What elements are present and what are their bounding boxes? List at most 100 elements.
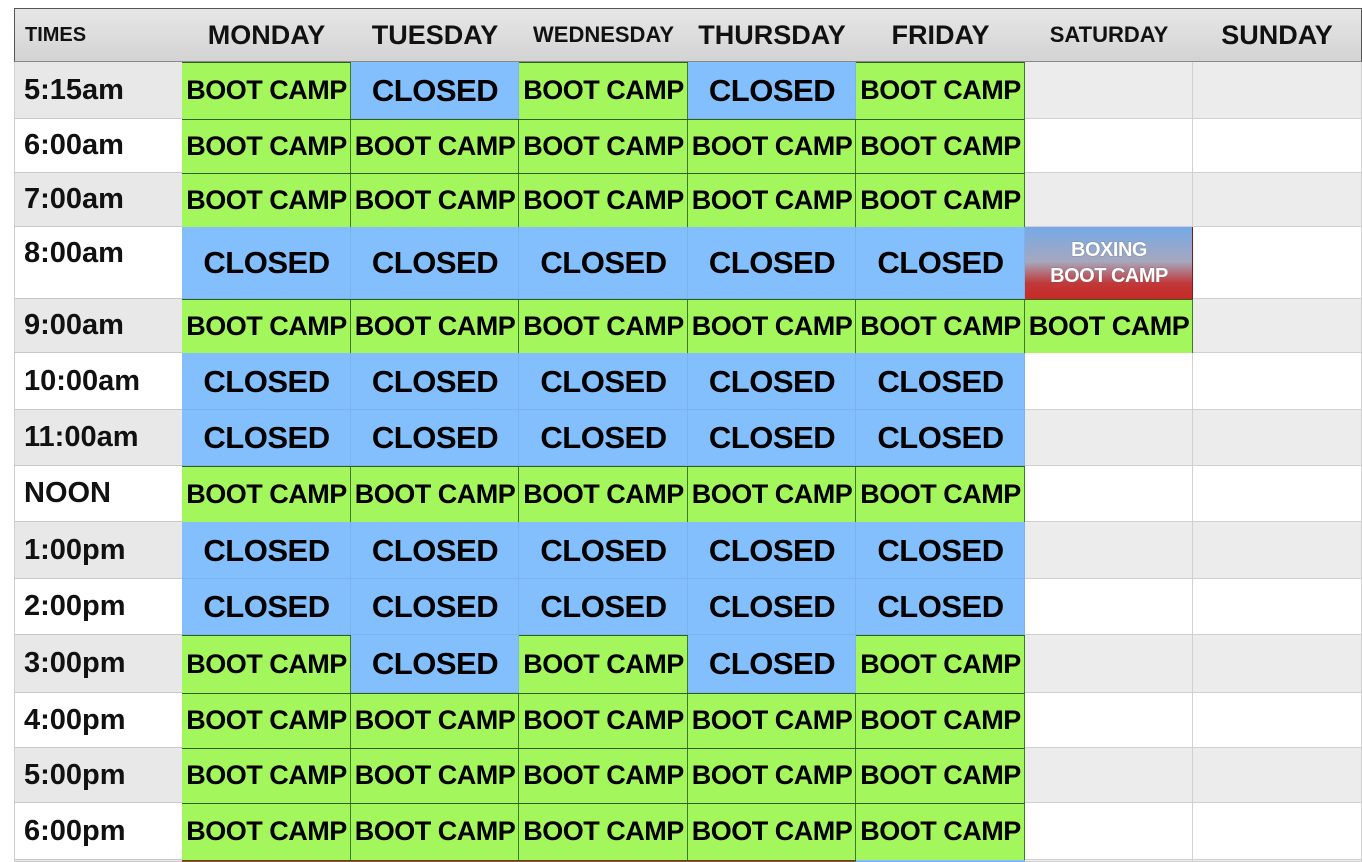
empty-slot [1025, 353, 1193, 410]
boot-camp-slot: BOOT CAMP [182, 466, 351, 522]
time-label: 3:00pm [14, 635, 182, 693]
day-header-monday: MONDAY [182, 8, 351, 62]
time-label: 2:00pm [14, 579, 182, 635]
closed-slot: CLOSED [182, 410, 351, 466]
boot-camp-slot: BOOT CAMP [856, 693, 1025, 748]
boot-camp-slot: BOOT CAMP [182, 173, 351, 227]
boot-camp-slot: BOOT CAMP [182, 803, 351, 860]
empty-slot [1025, 173, 1193, 227]
time-label: 11:00am [14, 410, 182, 466]
empty-slot [1193, 803, 1362, 860]
day-header-friday: FRIDAY [856, 8, 1025, 62]
boot-camp-slot: BOOT CAMP [856, 635, 1025, 693]
closed-slot: CLOSED [182, 227, 351, 299]
empty-slot [1025, 119, 1193, 173]
empty-slot [1193, 227, 1362, 299]
boot-camp-slot: BOOT CAMP [351, 119, 519, 173]
boot-camp-slot: BOOT CAMP [351, 693, 519, 748]
day-header-tuesday: TUESDAY [351, 8, 519, 62]
empty-slot [1193, 410, 1362, 466]
closed-slot: CLOSED [856, 522, 1025, 579]
empty-slot [1025, 522, 1193, 579]
boot-camp-slot: BOOT CAMP [519, 635, 688, 693]
boot-camp-slot: BOOT CAMP [856, 748, 1025, 803]
closed-slot: CLOSED [688, 62, 856, 119]
boot-camp-slot: BOOT CAMP [1025, 299, 1193, 353]
boot-camp-slot: BOOT CAMP [856, 119, 1025, 173]
closed-slot: CLOSED [688, 410, 856, 466]
closed-slot: CLOSED [351, 227, 519, 299]
boot-camp-slot: BOOT CAMP [519, 693, 688, 748]
boot-camp-slot: BOOT CAMP [688, 466, 856, 522]
time-label: 6:00pm [14, 803, 182, 860]
boot-camp-slot: BOOT CAMP [688, 693, 856, 748]
time-label: 9:00am [14, 299, 182, 353]
closed-slot: CLOSED [519, 353, 688, 410]
boot-camp-slot: BOOT CAMP [856, 803, 1025, 860]
boot-camp-slot: BOOT CAMP [182, 748, 351, 803]
closed-slot: CLOSED [856, 353, 1025, 410]
boxing-label-line-1: BOXING [1071, 239, 1147, 261]
boot-camp-slot: BOOT CAMP [519, 62, 688, 119]
empty-slot [1193, 579, 1362, 635]
closed-slot: CLOSED [519, 227, 688, 299]
closed-slot: CLOSED [351, 62, 519, 119]
time-label: 5:00pm [14, 748, 182, 803]
closed-slot: CLOSED [688, 227, 856, 299]
day-header-thursday: THURSDAY [688, 8, 856, 62]
boot-camp-slot: BOOT CAMP [351, 299, 519, 353]
empty-slot [1193, 299, 1362, 353]
closed-slot: CLOSED [519, 410, 688, 466]
boot-camp-slot: BOOT CAMP [856, 62, 1025, 119]
boot-camp-slot: BOOT CAMP [182, 119, 351, 173]
empty-slot [1193, 748, 1362, 803]
empty-slot [1025, 466, 1193, 522]
closed-slot: CLOSED [856, 410, 1025, 466]
empty-slot [1193, 635, 1362, 693]
day-header-saturday: SATURDAY [1025, 8, 1193, 62]
boot-camp-slot: BOOT CAMP [351, 466, 519, 522]
empty-slot [1193, 522, 1362, 579]
closed-slot: CLOSED [688, 635, 856, 693]
closed-slot: CLOSED [182, 522, 351, 579]
empty-slot [1193, 466, 1362, 522]
closed-slot: CLOSED [688, 353, 856, 410]
closed-slot: CLOSED [351, 579, 519, 635]
empty-slot [1025, 748, 1193, 803]
empty-slot [1025, 579, 1193, 635]
closed-slot: CLOSED [519, 579, 688, 635]
closed-slot: CLOSED [351, 410, 519, 466]
closed-slot: CLOSED [519, 522, 688, 579]
boot-camp-slot: BOOT CAMP [519, 299, 688, 353]
boot-camp-slot: BOOT CAMP [519, 119, 688, 173]
boot-camp-slot: BOOT CAMP [856, 299, 1025, 353]
empty-slot [1193, 353, 1362, 410]
closed-slot: CLOSED [182, 353, 351, 410]
closed-slot: CLOSED [688, 579, 856, 635]
empty-slot [1025, 803, 1193, 860]
boxing-label-line-2: BOOT CAMP [1050, 265, 1168, 287]
empty-slot [1193, 62, 1362, 119]
time-label: 8:00am [14, 227, 182, 299]
empty-slot [1025, 62, 1193, 119]
empty-slot [1025, 635, 1193, 693]
boot-camp-slot: BOOT CAMP [519, 173, 688, 227]
boot-camp-slot: BOOT CAMP [688, 173, 856, 227]
boot-camp-slot: BOOT CAMP [519, 466, 688, 522]
boot-camp-slot: BOOT CAMP [688, 803, 856, 860]
closed-slot: CLOSED [351, 635, 519, 693]
boot-camp-slot: BOOT CAMP [351, 173, 519, 227]
boot-camp-slot: BOOT CAMP [519, 748, 688, 803]
boxing-boot-camp-slot: BOXING BOOT CAMP [1025, 227, 1193, 299]
empty-slot [1193, 693, 1362, 748]
boot-camp-slot: BOOT CAMP [856, 173, 1025, 227]
class-schedule-table: TIMES MONDAY TUESDAY WEDNESDAY THURSDAY FRIDA… [14, 8, 1362, 862]
empty-slot [1025, 410, 1193, 466]
time-label: 10:00am [14, 353, 182, 410]
boot-camp-slot: BOOT CAMP [182, 299, 351, 353]
boot-camp-slot: BOOT CAMP [351, 748, 519, 803]
closed-slot: CLOSED [351, 353, 519, 410]
closed-slot: CLOSED [688, 522, 856, 579]
time-label: 6:00am [14, 119, 182, 173]
empty-slot [1025, 693, 1193, 748]
